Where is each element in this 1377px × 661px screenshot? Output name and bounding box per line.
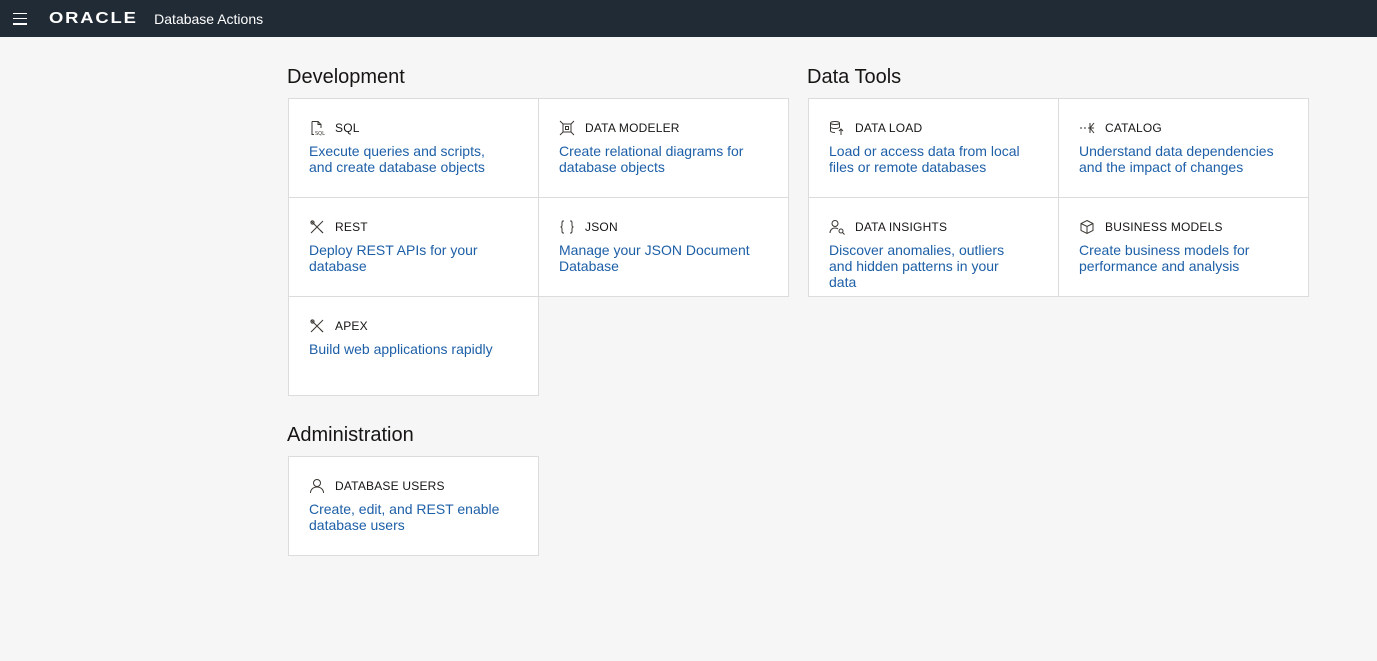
braces-icon — [559, 219, 575, 235]
card-description[interactable]: Execute queries and scripts, and create … — [309, 143, 518, 175]
card-description[interactable]: Manage your JSON Document Database — [559, 242, 768, 274]
administration-grid: DATABASE USERS Create, edit, and REST en… — [288, 456, 788, 556]
card-title: DATABASE USERS — [335, 479, 445, 493]
card-description[interactable]: Deploy REST APIs for your database — [309, 242, 518, 274]
card-catalog[interactable]: CATALOG Understand data dependencies and… — [1058, 98, 1309, 198]
card-data-insights[interactable]: DATA INSIGHTS Discover anomalies, outlie… — [808, 197, 1059, 297]
card-description[interactable]: Understand data dependencies and the imp… — [1079, 143, 1288, 175]
section-title-data-tools: Data Tools — [807, 66, 902, 88]
user-icon — [309, 478, 325, 494]
rest-tools-icon — [309, 219, 325, 235]
hamburger-menu-icon[interactable] — [13, 12, 27, 25]
card-title: REST — [335, 220, 368, 234]
development-grid: SQL SQL Execute queries and scripts, and… — [288, 98, 789, 396]
card-database-users[interactable]: DATABASE USERS Create, edit, and REST en… — [288, 456, 539, 556]
card-title: DATA MODELER — [585, 121, 680, 135]
card-title: SQL — [335, 121, 360, 135]
card-title: JSON — [585, 220, 618, 234]
card-data-load[interactable]: DATA LOAD Load or access data from local… — [808, 98, 1059, 198]
card-description[interactable]: Build web applications rapidly — [309, 341, 518, 357]
card-title: APEX — [335, 319, 368, 333]
app-title: Database Actions — [154, 10, 264, 27]
card-title: BUSINESS MODELS — [1105, 220, 1223, 234]
card-description[interactable]: Create, edit, and REST enable database u… — [309, 501, 518, 533]
data-tools-grid: DATA LOAD Load or access data from local… — [808, 98, 1309, 297]
card-title: DATA LOAD — [855, 121, 923, 135]
card-data-modeler[interactable]: DATA MODELER Create relational diagrams … — [538, 98, 789, 198]
card-description[interactable]: Create relational diagrams for database … — [559, 143, 768, 175]
cube-icon — [1079, 219, 1095, 235]
card-business-models[interactable]: BUSINESS MODELS Create business models f… — [1058, 197, 1309, 297]
section-title-administration: Administration — [287, 424, 414, 446]
data-load-icon — [829, 120, 845, 136]
card-description[interactable]: Discover anomalies, outliers and hidden … — [829, 242, 1038, 290]
section-title-development: Development — [287, 66, 405, 88]
catalog-lineage-icon — [1079, 120, 1095, 136]
card-rest[interactable]: REST Deploy REST APIs for your database — [288, 197, 539, 297]
card-title: CATALOG — [1105, 121, 1162, 135]
oracle-logo: ORACLE — [49, 9, 138, 27]
apex-tools-icon — [309, 318, 325, 334]
card-title: DATA INSIGHTS — [855, 220, 948, 234]
card-description[interactable]: Load or access data from local files or … — [829, 143, 1038, 175]
sql-file-icon: SQL — [309, 120, 325, 136]
svg-text:SQL: SQL — [315, 131, 325, 136]
card-sql[interactable]: SQL SQL Execute queries and scripts, and… — [288, 98, 539, 198]
card-json[interactable]: JSON Manage your JSON Document Database — [538, 197, 789, 297]
brand[interactable]: ORACLE Database Actions — [49, 10, 263, 28]
card-apex[interactable]: APEX Build web applications rapidly — [288, 296, 539, 396]
card-description[interactable]: Create business models for performance a… — [1079, 242, 1288, 274]
data-insights-icon — [829, 219, 845, 235]
top-bar: ORACLE Database Actions — [0, 0, 1377, 37]
data-modeler-icon — [559, 120, 575, 136]
